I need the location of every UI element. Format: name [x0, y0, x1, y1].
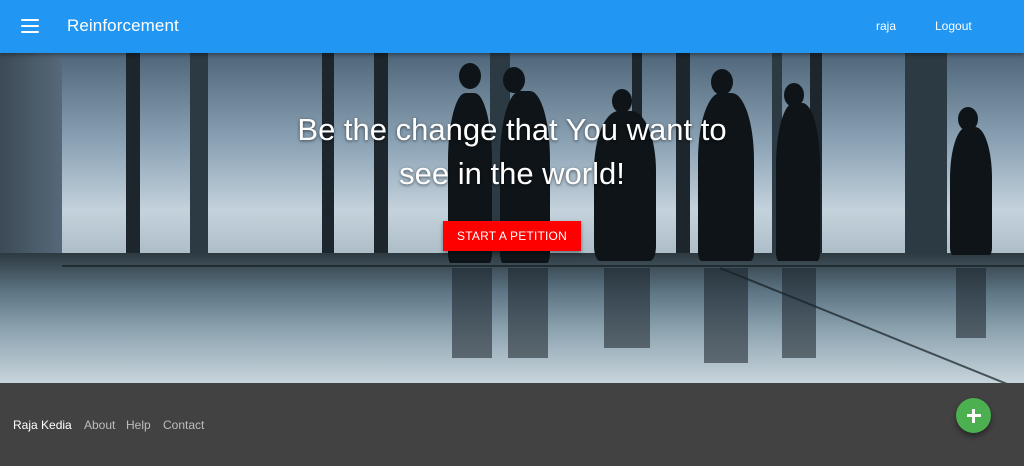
- footer-link-about[interactable]: About: [84, 418, 115, 432]
- footer-link-raja-kedia[interactable]: Raja Kedia: [13, 418, 72, 432]
- hamburger-menu-icon[interactable]: [20, 17, 40, 35]
- logout-link[interactable]: Logout: [935, 19, 972, 33]
- add-fab-button[interactable]: [956, 398, 991, 433]
- user-link[interactable]: raja: [876, 19, 896, 33]
- start-petition-button[interactable]: START A PETITION: [443, 221, 581, 251]
- hero-headline: Be the change that You want to see in th…: [297, 112, 727, 191]
- footer: Raja Kedia About Help Contact: [0, 383, 1024, 466]
- app-title[interactable]: Reinforcement: [67, 16, 179, 36]
- hero-content: Be the change that You want to see in th…: [0, 108, 1024, 251]
- app-bar: Reinforcement raja Logout: [0, 0, 1024, 53]
- hero-banner: Be the change that You want to see in th…: [0, 53, 1024, 383]
- footer-link-contact[interactable]: Contact: [163, 418, 204, 432]
- footer-link-help[interactable]: Help: [126, 418, 151, 432]
